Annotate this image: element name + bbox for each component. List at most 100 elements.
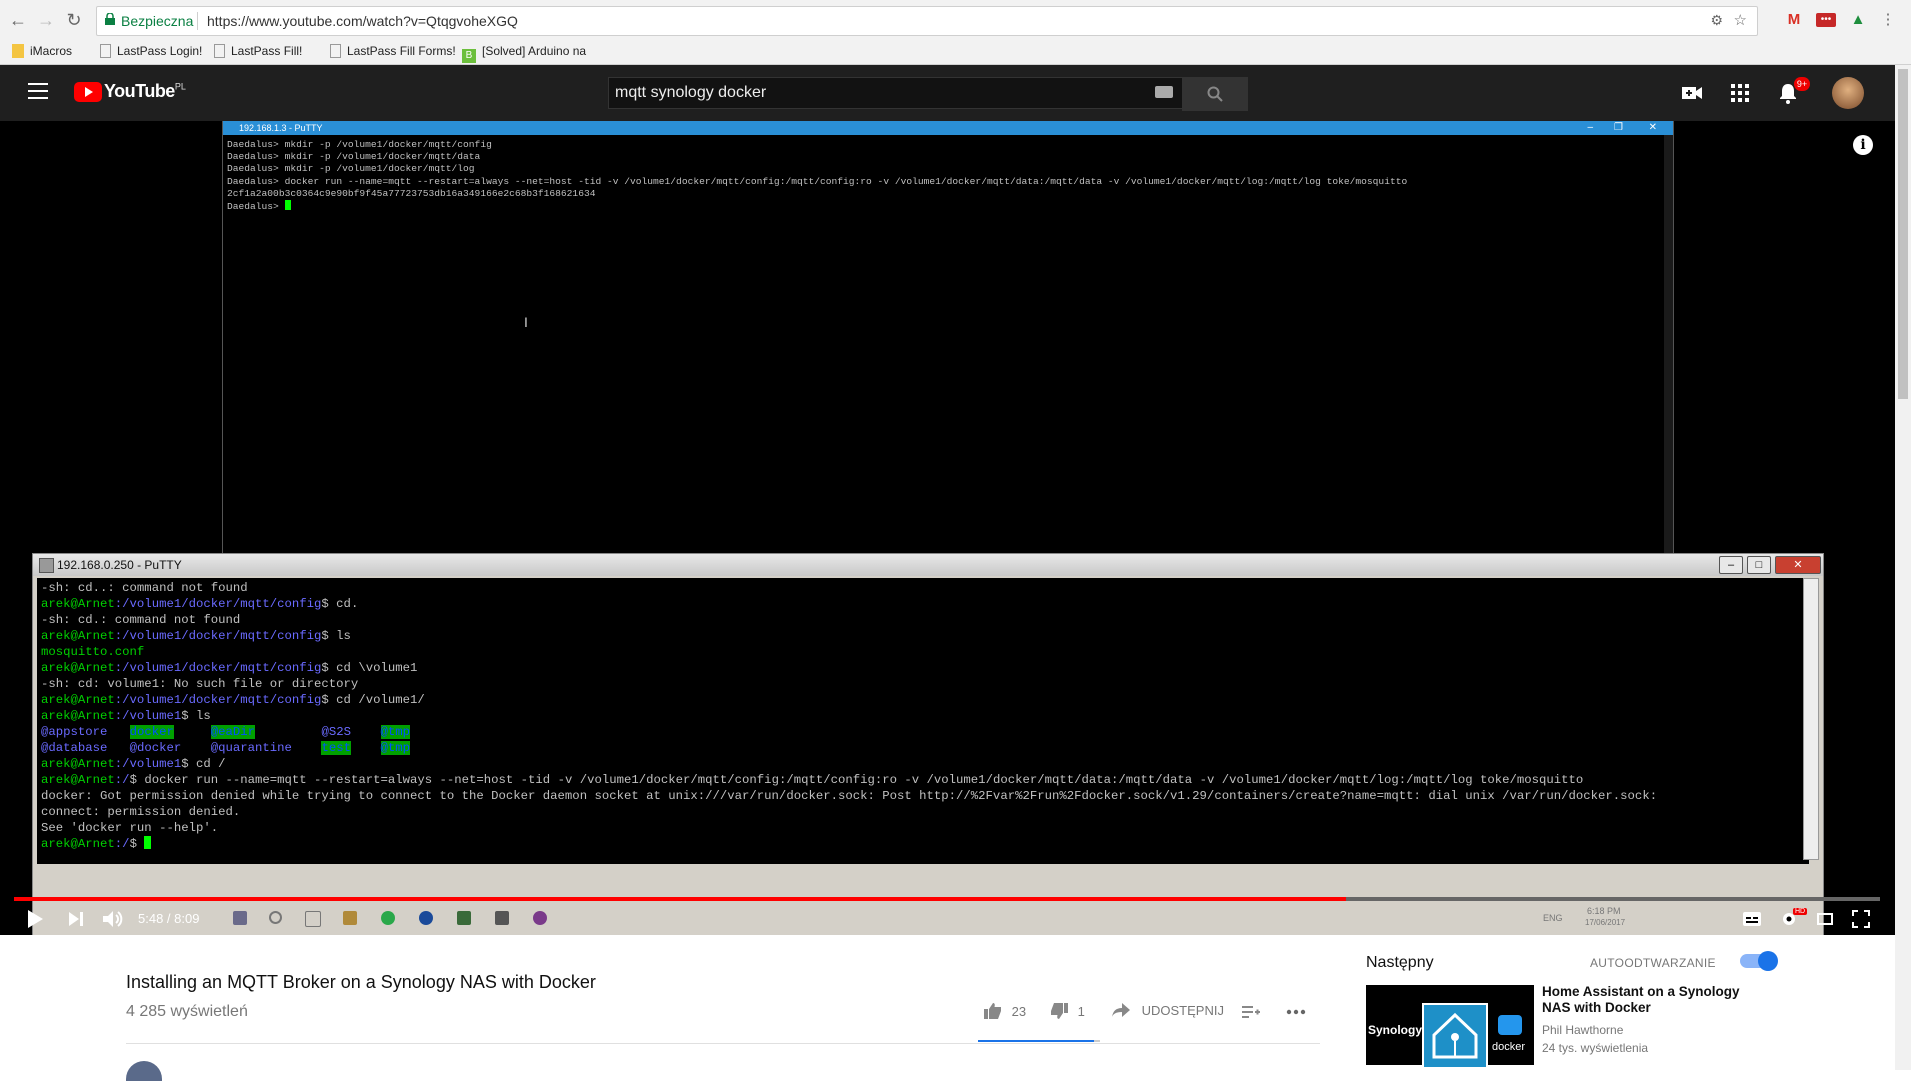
search-input[interactable]: mqtt synology docker bbox=[608, 77, 1184, 109]
terminal-line: arek@Arnet:/volume1$ ls bbox=[41, 708, 1805, 724]
page-scrollbar[interactable] bbox=[1895, 65, 1911, 1070]
bookmark-star-icon[interactable]: ☆ bbox=[1734, 11, 1747, 29]
like-button[interactable]: 23 bbox=[984, 1003, 1026, 1019]
youtube-logo[interactable]: YouTubePL bbox=[74, 81, 186, 102]
docker-whale-icon bbox=[1498, 1015, 1522, 1035]
terminal-line: arek@Arnet:/volume1/docker/mqtt/config$ … bbox=[41, 692, 1805, 708]
bookmarks-bar: iMacros LastPass Login! LastPass Fill! L… bbox=[0, 40, 1911, 65]
terminal-line: -sh: cd..: command not found bbox=[41, 580, 1805, 596]
command: $ cd \volume1 bbox=[321, 661, 418, 675]
putty-back-terminal: Daedalus> mkdir -p /volume1/docker/mqtt/… bbox=[223, 135, 1673, 217]
url-text[interactable]: https://www.youtube.com/watch?v=Qtqgvohe… bbox=[207, 13, 518, 29]
bookmark-lastpass-login[interactable]: LastPass Login! bbox=[100, 44, 202, 58]
logo-region: PL bbox=[174, 81, 186, 92]
gmail-icon[interactable]: M bbox=[1784, 10, 1804, 30]
page-icon bbox=[330, 44, 341, 58]
dislike-ratio-bar bbox=[1094, 1040, 1100, 1042]
putty-front-scrollbar bbox=[1803, 578, 1819, 860]
ls-entry: @eaDir bbox=[210, 725, 256, 739]
terminal-line: Daedalus> mkdir -p /volume1/docker/mqtt/… bbox=[227, 139, 492, 150]
search-icon bbox=[1207, 86, 1223, 102]
command: $ docker run --name=mqtt --restart=alway… bbox=[129, 773, 1584, 787]
upload-video-icon[interactable] bbox=[1680, 81, 1704, 105]
windows-start-icon bbox=[233, 911, 247, 925]
close-icon: ✕ bbox=[1775, 556, 1821, 574]
prompt-path: :/ bbox=[114, 837, 130, 851]
back-arrow-icon[interactable]: ← bbox=[6, 8, 30, 32]
minimize-icon: – bbox=[1719, 556, 1743, 574]
output-text: -sh: cd..: command not found bbox=[41, 581, 248, 595]
play-icon[interactable] bbox=[26, 909, 44, 929]
keyboard-icon[interactable] bbox=[1155, 86, 1173, 98]
prompt-path: :/volume1/docker/mqtt/config bbox=[114, 693, 322, 707]
video-player[interactable]: 192.168.1.3 - PuTTY – ❐ ✕ Daedalus> mkdi… bbox=[0, 121, 1895, 983]
hamburger-menu-icon[interactable] bbox=[28, 83, 48, 99]
ls-entry: @quarantine bbox=[210, 741, 292, 755]
output-text: -sh: cd.: command not found bbox=[41, 613, 241, 627]
search-query[interactable]: mqtt synology docker bbox=[615, 84, 766, 102]
next-video-channel[interactable]: Phil Hawthorne bbox=[1542, 1023, 1623, 1037]
terminal-line: arek@Arnet:/volume1/docker/mqtt/config$ … bbox=[41, 660, 1805, 676]
info-icon[interactable]: i bbox=[1853, 135, 1873, 155]
prompt-path: :/volume1/docker/mqtt/config bbox=[114, 629, 322, 643]
apps-grid-icon[interactable] bbox=[1728, 81, 1752, 105]
prompt-user: arek@Arnet bbox=[41, 709, 115, 723]
ls-entry: docker bbox=[129, 725, 174, 739]
bookmark-lastpass-fill-forms[interactable]: LastPass Fill Forms! bbox=[330, 44, 456, 58]
divider bbox=[126, 1043, 1320, 1044]
drive-icon[interactable]: ▲ bbox=[1848, 10, 1868, 30]
channel-avatar[interactable] bbox=[126, 1061, 162, 1081]
bookmark-lastpass-fill[interactable]: LastPass Fill! bbox=[214, 44, 302, 58]
next-icon[interactable] bbox=[68, 911, 84, 927]
bookmark-label: LastPass Fill! bbox=[231, 44, 303, 58]
app-icon bbox=[419, 911, 433, 925]
chrome-menu-icon[interactable]: ⋮ bbox=[1878, 10, 1898, 30]
next-video-title[interactable]: Home Assistant on a Synology NAS with Do… bbox=[1542, 984, 1762, 1016]
share-button[interactable]: UDOSTĘPNIJ bbox=[1112, 1003, 1224, 1018]
prompt-user: arek@Arnet bbox=[41, 597, 115, 611]
forward-arrow-icon[interactable]: → bbox=[34, 8, 58, 32]
bookmark-label: iMacros bbox=[30, 44, 73, 58]
fullscreen-icon[interactable] bbox=[1852, 910, 1870, 928]
next-video-thumbnail[interactable]: Synology docker bbox=[1366, 985, 1534, 1069]
reload-icon[interactable]: ↻ bbox=[62, 8, 86, 32]
lastpass-icon[interactable]: ••• bbox=[1816, 13, 1836, 27]
address-bar[interactable]: Bezpieczna https://www.youtube.com/watch… bbox=[96, 6, 1758, 36]
ls-entry: @tmp bbox=[380, 725, 411, 739]
lock-icon bbox=[105, 13, 115, 25]
prompt-user: arek@Arnet bbox=[41, 837, 115, 851]
explorer-icon bbox=[343, 911, 357, 925]
add-to-playlist-icon[interactable] bbox=[1242, 1005, 1260, 1019]
share-label: UDOSTĘPNIJ bbox=[1141, 1003, 1224, 1018]
scrollbar-thumb[interactable] bbox=[1898, 69, 1908, 399]
translate-icon[interactable]: ⚙ bbox=[1710, 12, 1723, 29]
putty-icon bbox=[39, 558, 54, 573]
bookmark-imacros[interactable]: iMacros bbox=[12, 44, 72, 58]
subtitles-icon[interactable] bbox=[1743, 912, 1761, 926]
more-options-icon[interactable] bbox=[1286, 1009, 1306, 1015]
search-button[interactable] bbox=[1182, 77, 1248, 111]
bookmark-arduino[interactable]: B [Solved] Arduino na bbox=[462, 44, 586, 63]
like-count: 23 bbox=[1011, 1004, 1027, 1019]
theater-mode-icon[interactable] bbox=[1817, 913, 1833, 925]
notification-badge: 9+ bbox=[1794, 77, 1810, 91]
volume-icon[interactable] bbox=[102, 909, 124, 929]
next-video-views: 24 tys. wyświetlenia bbox=[1542, 1041, 1649, 1055]
page-icon bbox=[100, 44, 111, 58]
putty-back-titlebar: 192.168.1.3 - PuTTY – ❐ ✕ bbox=[223, 121, 1673, 135]
terminal-line: -sh: cd: volume1: No such file or direct… bbox=[41, 676, 1805, 692]
terminal-line: connect: permission denied. bbox=[41, 804, 1805, 820]
output-text: -sh: cd: volume1: No such file or direct… bbox=[41, 677, 359, 691]
view-count: 4 285 wyświetleń bbox=[126, 1003, 248, 1020]
secure-label: Bezpieczna bbox=[121, 13, 194, 29]
terminal-line: mosquitto.conf bbox=[41, 644, 1805, 660]
command: $ cd /volume1/ bbox=[321, 693, 425, 707]
avatar[interactable] bbox=[1832, 77, 1864, 109]
video-title: Installing an MQTT Broker on a Synology … bbox=[126, 972, 596, 992]
player-controls: 5:48 / 8:09 ENG 6:18 PM 17/06/2017 HD bbox=[0, 901, 1895, 935]
dislike-button[interactable]: 1 bbox=[1050, 1003, 1085, 1019]
ls-entry: @database bbox=[41, 741, 108, 755]
terminal-prompt-line: arek@Arnet:/$ bbox=[41, 836, 1805, 852]
terminal-cursor bbox=[284, 200, 291, 211]
autoplay-toggle[interactable] bbox=[1740, 951, 1778, 971]
